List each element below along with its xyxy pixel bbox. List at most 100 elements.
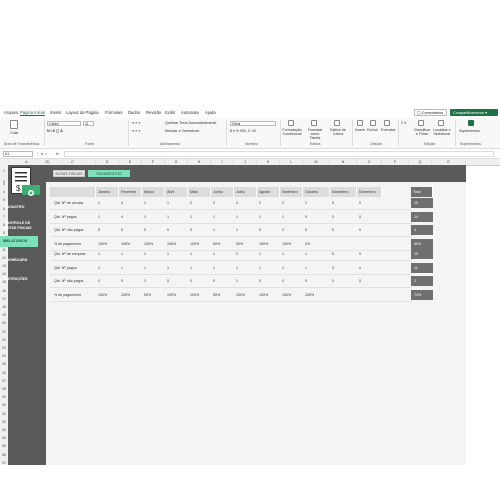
row-header-32[interactable]: 32 — [0, 420, 8, 424]
row-header-1[interactable]: 1 — [0, 169, 8, 173]
row-header-18[interactable]: 18 — [0, 305, 8, 309]
row-header-13[interactable]: 13 — [0, 264, 8, 268]
menu-item-9[interactable]: Ajuda — [205, 110, 216, 115]
row-header-8[interactable]: 8 — [0, 223, 8, 227]
column-header-Q[interactable]: Q — [409, 159, 432, 165]
row-header-22[interactable]: 22 — [0, 338, 8, 342]
addins-icon[interactable] — [468, 120, 474, 126]
row-header-20[interactable]: 20 — [0, 321, 8, 325]
autosum-icon[interactable]: Σ ▾ — [401, 121, 406, 125]
row-header-6[interactable]: 6 — [0, 207, 8, 211]
insert-button[interactable]: Inserir — [355, 128, 365, 132]
menu-item-3[interactable]: Layout da Página — [66, 110, 99, 115]
row-header-35[interactable]: 35 — [0, 444, 8, 448]
row-header-27[interactable]: 27 — [0, 379, 8, 383]
column-header-M[interactable]: M — [303, 159, 330, 165]
menu-item-1[interactable]: Página Inicial — [20, 110, 45, 116]
paste-button[interactable]: Colar — [10, 131, 19, 135]
clipboard-icon[interactable] — [10, 120, 18, 129]
row-header-37[interactable]: 37 — [0, 461, 8, 465]
delete-cells-icon[interactable] — [370, 120, 376, 126]
cell-styles-icon[interactable] — [334, 120, 340, 126]
format-button[interactable]: Formatar — [381, 128, 396, 132]
column-header-F[interactable]: F — [142, 159, 165, 165]
name-box[interactable]: A1 — [3, 151, 33, 157]
column-header-I[interactable]: I — [211, 159, 234, 165]
row-header-36[interactable]: 36 — [0, 453, 8, 457]
row-header-14[interactable]: 14 — [0, 272, 8, 276]
conditional-format-button[interactable]: Formatação Condicional — [281, 128, 303, 136]
formula-input[interactable] — [64, 151, 494, 157]
merge-center-button[interactable]: Mesclar e Centralizar — [165, 129, 199, 133]
comments-button[interactable]: ▢ Comentários — [414, 109, 447, 116]
menu-item-0[interactable]: Arquivo — [4, 110, 18, 115]
column-header-A[interactable]: A — [8, 159, 46, 165]
font-name-select[interactable]: Calibri — [47, 121, 81, 126]
column-header-G[interactable]: G — [165, 159, 188, 165]
format-cells-icon[interactable] — [384, 120, 390, 126]
search-icon[interactable] — [438, 120, 444, 126]
row-header-12[interactable]: 12 — [0, 256, 8, 260]
column-header-J[interactable]: J — [234, 159, 257, 165]
menu-item-2[interactable]: Inserir — [50, 110, 62, 115]
align-top-icons[interactable]: ≡ ≡ ≡ — [132, 121, 140, 125]
insert-cells-icon[interactable] — [357, 120, 363, 126]
menu-item-6[interactable]: Revisão — [146, 110, 161, 115]
row-header-34[interactable]: 34 — [0, 436, 8, 440]
currency-icons[interactable]: $ ▾ % 000 ,0 ,00 — [230, 129, 256, 133]
menu-item-8[interactable]: Automate — [181, 110, 199, 115]
row-header-30[interactable]: 30 — [0, 403, 8, 407]
row-header-17[interactable]: 17 — [0, 297, 8, 301]
row-header-26[interactable]: 26 — [0, 371, 8, 375]
row-header-29[interactable]: 29 — [0, 395, 8, 399]
row-header-16[interactable]: 16 — [0, 289, 8, 293]
column-header-N[interactable]: N — [330, 159, 357, 165]
column-header-O[interactable]: O — [357, 159, 382, 165]
row-header-31[interactable]: 31 — [0, 412, 8, 416]
column-header-R[interactable]: R — [432, 159, 466, 165]
row-header-11[interactable]: 11 — [0, 248, 8, 252]
menu-item-4[interactable]: Fórmulas — [105, 110, 122, 115]
number-format-select[interactable]: Geral — [230, 121, 276, 126]
wrap-text-button[interactable]: Quebrar Texto Automaticamente — [165, 121, 216, 125]
align-left-icons[interactable]: ≡ ≡ ≡ — [132, 129, 140, 133]
row-header-7[interactable]: 7 — [0, 215, 8, 219]
row-header-24[interactable]: 24 — [0, 354, 8, 358]
column-header-P[interactable]: P — [382, 159, 409, 165]
bold-button[interactable]: N I S ▢ A — [47, 129, 63, 133]
delete-button[interactable]: Excluir — [367, 128, 378, 132]
column-header-D[interactable]: D — [96, 159, 119, 165]
column-header-E[interactable]: E — [119, 159, 142, 165]
row-header-23[interactable]: 23 — [0, 346, 8, 350]
font-size-select[interactable]: 11 — [83, 121, 94, 126]
sort-filter-button[interactable]: Classificar e Filtrar — [413, 128, 431, 136]
column-header-C[interactable]: C — [50, 159, 96, 165]
tab-notas-fiscais[interactable]: NOTAS FISCAIS — [53, 170, 85, 177]
row-header-25[interactable]: 25 — [0, 362, 8, 366]
row-header-9[interactable]: 9 — [0, 231, 8, 235]
format-table-icon[interactable] — [311, 120, 317, 126]
row-header-5[interactable]: 5 — [0, 198, 8, 202]
row-header-33[interactable]: 33 — [0, 428, 8, 432]
column-header-L[interactable]: L — [280, 159, 303, 165]
format-table-button[interactable]: Formatar como Tabela — [305, 128, 325, 140]
row-header-15[interactable]: 15 — [0, 280, 8, 284]
menu-item-7[interactable]: Exibir — [165, 110, 175, 115]
menu-item-5[interactable]: Dados — [128, 110, 140, 115]
tab-pagamentos[interactable]: PAGAMENTOS — [88, 170, 130, 177]
row-header-21[interactable]: 21 — [0, 330, 8, 334]
sort-filter-icon[interactable] — [418, 120, 424, 126]
find-select-button[interactable]: Localizar e Selecionar — [432, 128, 452, 136]
row-header-4[interactable]: 4 — [0, 190, 8, 194]
fx-icon[interactable]: fx — [56, 152, 59, 156]
column-header-H[interactable]: H — [188, 159, 211, 165]
row-header-10[interactable]: 10 — [0, 239, 8, 243]
conditional-format-icon[interactable] — [288, 120, 294, 126]
row-header-3[interactable]: 3 — [0, 182, 8, 186]
column-header-K[interactable]: K — [257, 159, 280, 165]
cell-styles-button[interactable]: Estilos de Célula — [329, 128, 347, 136]
share-button[interactable]: Compartilhamento ▾ — [450, 109, 498, 116]
row-header-19[interactable]: 19 — [0, 313, 8, 317]
addins-button[interactable]: Suplementos — [459, 129, 480, 133]
row-header-28[interactable]: 28 — [0, 387, 8, 391]
